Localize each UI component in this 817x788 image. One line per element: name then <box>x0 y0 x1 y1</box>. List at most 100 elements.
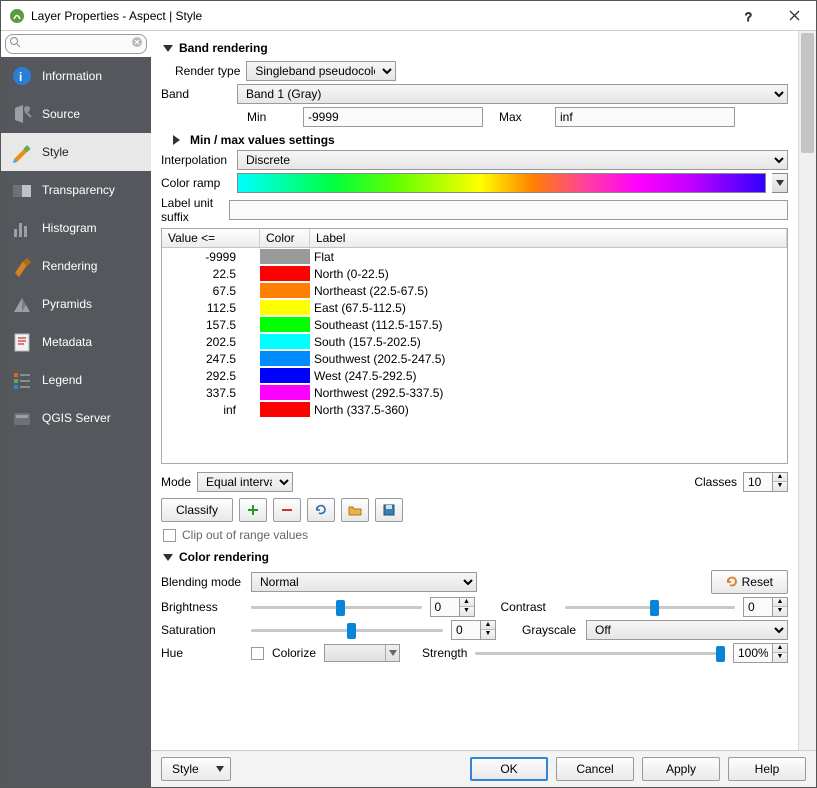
remove-class-button[interactable] <box>273 498 301 522</box>
cell-color[interactable] <box>260 351 310 366</box>
help-footer-button[interactable]: Help <box>728 757 806 781</box>
brightness-spin[interactable]: ▲▼ <box>430 597 475 617</box>
classify-button[interactable]: Classify <box>161 498 233 522</box>
vertical-scrollbar[interactable] <box>798 31 816 750</box>
refresh-button[interactable] <box>307 498 335 522</box>
close-button[interactable] <box>772 1 816 31</box>
sidebar-item-histogram[interactable]: Histogram <box>1 209 151 247</box>
brightness-slider[interactable] <box>251 598 422 616</box>
sidebar-item-pyramids[interactable]: Pyramids <box>1 285 151 323</box>
cell-color[interactable] <box>260 334 310 349</box>
clear-search-icon[interactable] <box>131 36 143 48</box>
col-label[interactable]: Label <box>310 229 787 247</box>
style-menu-button[interactable]: Style <box>161 757 231 781</box>
sidebar-item-metadata[interactable]: Metadata <box>1 323 151 361</box>
contrast-slider[interactable] <box>565 598 736 616</box>
grayscale-label: Grayscale <box>522 623 578 637</box>
band-rendering-header[interactable]: Band rendering <box>163 41 788 55</box>
render-type-select[interactable]: Singleband pseudocolor <box>246 61 396 81</box>
col-color[interactable]: Color <box>260 229 310 247</box>
cell-color[interactable] <box>260 266 310 281</box>
saturation-slider[interactable] <box>251 621 443 639</box>
reset-button[interactable]: Reset <box>711 570 788 594</box>
saturation-spin[interactable]: ▲▼ <box>451 620 496 640</box>
sidebar-item-label: Histogram <box>42 221 97 235</box>
add-class-button[interactable] <box>239 498 267 522</box>
load-style-button[interactable] <box>341 498 369 522</box>
clip-label: Clip out of range values <box>182 528 308 542</box>
blending-mode-select[interactable]: Normal <box>251 572 477 592</box>
min-input[interactable] <box>303 107 483 127</box>
sidebar-item-qgisserver[interactable]: QGIS Server <box>1 399 151 437</box>
sidebar-item-source[interactable]: Source <box>1 95 151 133</box>
sidebar-item-transparency[interactable]: Transparency <box>1 171 151 209</box>
expand-icon[interactable] <box>173 135 180 145</box>
cell-label: North (0-22.5) <box>310 267 787 281</box>
cell-label: Southeast (112.5-157.5) <box>310 318 787 332</box>
help-button[interactable]: ? <box>728 1 772 31</box>
interpolation-select[interactable]: Discrete <box>237 150 788 170</box>
max-input[interactable] <box>555 107 735 127</box>
cell-label: East (67.5-112.5) <box>310 301 787 315</box>
hue-label: Hue <box>161 646 243 660</box>
ok-button[interactable]: OK <box>470 757 548 781</box>
table-row[interactable]: 112.5East (67.5-112.5) <box>162 299 787 316</box>
cancel-button[interactable]: Cancel <box>556 757 634 781</box>
sidebar-item-rendering[interactable]: Rendering <box>1 247 151 285</box>
table-row[interactable]: 202.5South (157.5-202.5) <box>162 333 787 350</box>
cell-color[interactable] <box>260 368 310 383</box>
sidebar-item-information[interactable]: iInformation <box>1 57 151 95</box>
apply-button[interactable]: Apply <box>642 757 720 781</box>
classification-table[interactable]: Value <= Color Label -9999Flat22.5North … <box>161 228 788 464</box>
min-label: Min <box>237 110 297 124</box>
color-rendering-header[interactable]: Color rendering <box>163 550 788 564</box>
color-ramp-preview[interactable] <box>237 173 766 193</box>
color-ramp-dropdown[interactable] <box>772 173 788 193</box>
cell-value: 292.5 <box>162 369 260 383</box>
table-row[interactable]: 337.5Northwest (292.5-337.5) <box>162 384 787 401</box>
table-row[interactable]: 22.5North (0-22.5) <box>162 265 787 282</box>
table-row[interactable]: 67.5Northeast (22.5-67.5) <box>162 282 787 299</box>
sidebar-item-style[interactable]: Style <box>1 133 151 171</box>
contrast-spin[interactable]: ▲▼ <box>743 597 788 617</box>
grayscale-select[interactable]: Off <box>586 620 788 640</box>
cell-color[interactable] <box>260 249 310 264</box>
spin-down-icon[interactable]: ▼ <box>773 482 787 491</box>
cell-color[interactable] <box>260 283 310 298</box>
sidebar-item-label: Metadata <box>42 335 92 349</box>
minmax-settings-label[interactable]: Min / max values settings <box>190 133 335 147</box>
collapse-icon <box>163 554 173 561</box>
cell-color[interactable] <box>260 385 310 400</box>
save-style-button[interactable] <box>375 498 403 522</box>
metadata-icon <box>11 331 33 353</box>
table-row[interactable]: infNorth (337.5-360) <box>162 401 787 418</box>
band-select[interactable]: Band 1 (Gray) <box>237 84 788 104</box>
colorize-checkbox[interactable] <box>251 647 264 660</box>
clip-checkbox[interactable] <box>163 529 176 542</box>
strength-spin[interactable]: ▲▼ <box>733 643 788 663</box>
table-row[interactable]: -9999Flat <box>162 248 787 265</box>
sidebar-item-label: Pyramids <box>42 297 92 311</box>
reset-icon <box>726 576 738 588</box>
search-icon <box>9 36 21 48</box>
blending-mode-label: Blending mode <box>161 575 243 589</box>
cell-color[interactable] <box>260 300 310 315</box>
mode-select[interactable]: Equal interval <box>197 472 293 492</box>
cell-color[interactable] <box>260 317 310 332</box>
sidebar-item-legend[interactable]: Legend <box>1 361 151 399</box>
layer-properties-window: Layer Properties - Aspect | Style ? iInf… <box>0 0 817 788</box>
col-value[interactable]: Value <= <box>162 229 260 247</box>
table-row[interactable]: 157.5Southeast (112.5-157.5) <box>162 316 787 333</box>
colorize-color[interactable] <box>324 644 400 662</box>
table-row[interactable]: 292.5West (247.5-292.5) <box>162 367 787 384</box>
table-row[interactable]: 247.5Southwest (202.5-247.5) <box>162 350 787 367</box>
label-unit-suffix-input[interactable] <box>229 200 788 220</box>
cell-color[interactable] <box>260 402 310 417</box>
strength-slider[interactable] <box>475 644 725 662</box>
source-icon <box>11 103 33 125</box>
cell-label: Northwest (292.5-337.5) <box>310 386 787 400</box>
spin-up-icon[interactable]: ▲ <box>773 473 787 482</box>
classes-spin[interactable]: ▲▼ <box>743 472 788 492</box>
search-input[interactable] <box>5 34 147 54</box>
cell-label: Southwest (202.5-247.5) <box>310 352 787 366</box>
